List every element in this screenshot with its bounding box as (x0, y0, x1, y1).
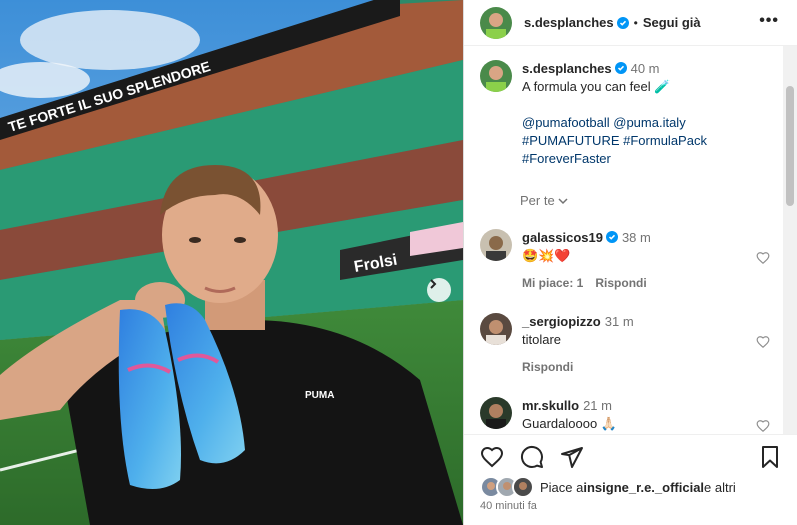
post-timestamp: 40 minuti fa (480, 500, 537, 512)
liker-avatars (480, 476, 534, 498)
comment-avatar[interactable] (480, 397, 512, 429)
following-button[interactable]: Segui già (643, 15, 701, 30)
caption-text: A formula you can feel (522, 79, 651, 94)
user-avatar-icon (480, 313, 512, 345)
header-username[interactable]: s.desplanches (524, 15, 614, 30)
user-avatar-icon (480, 229, 512, 261)
more-options-icon[interactable]: ••• (759, 12, 779, 30)
comment-text: 🤩💥❤️ (522, 248, 571, 263)
scrollbar-thumb[interactable] (786, 86, 794, 206)
post-panel: s.desplanches • Segui già ••• s.desplanc… (463, 0, 797, 525)
comment-item: _sergiopizzo 31 m titolare Rispondi (480, 313, 770, 376)
comment-likes[interactable]: Mi piace: 1 (522, 276, 583, 290)
comment-text: Guardaloooo 🙏🏻 (522, 416, 617, 431)
comment-avatar[interactable] (480, 313, 512, 345)
share-paper-plane-icon[interactable] (560, 445, 584, 469)
test-tube-emoji: 🧪 (654, 79, 671, 94)
comment-avatar[interactable] (480, 229, 512, 261)
likes-suffix: e altri (704, 479, 736, 495)
hashtag-pumafuture[interactable]: #PUMAFUTURE (522, 133, 620, 148)
post-header: s.desplanches • Segui già ••• (464, 0, 797, 46)
verified-badge-icon (614, 62, 627, 74)
like-heart-icon[interactable] (480, 445, 504, 469)
like-comment-heart-icon[interactable] (756, 251, 770, 265)
likes-user[interactable]: insigne_r.e._official (583, 480, 704, 495)
likes-summary[interactable]: Piace a insigne_r.e._official e altri (480, 476, 736, 498)
sort-label: Per te (520, 193, 555, 208)
comment-username[interactable]: galassicos19 (522, 230, 603, 245)
user-avatar-icon (514, 478, 532, 496)
comment-item: mr.skullo 21 m Guardaloooo 🙏🏻 (480, 397, 770, 433)
reply-button[interactable]: Rispondi (595, 276, 646, 290)
user-avatar-icon (480, 397, 512, 429)
action-bar (464, 434, 797, 475)
post-caption: s.desplanches 40 m A formula you can feel… (480, 60, 770, 168)
reply-button[interactable]: Rispondi (522, 360, 573, 374)
separator-dot: • (633, 15, 638, 30)
verified-badge-icon (605, 231, 618, 243)
like-comment-heart-icon[interactable] (756, 335, 770, 349)
caption-mentions[interactable]: @pumafootball @puma.italy (522, 114, 707, 132)
stadium-photo: TE FORTE IL SUO SPLENDORE Frolsi PUMA (0, 0, 463, 525)
avatar (512, 476, 534, 498)
comments-scroll-area[interactable]: s.desplanches 40 m A formula you can feel… (464, 46, 782, 434)
caption-avatar[interactable] (480, 60, 512, 92)
comment-time: 31 m (604, 314, 634, 329)
like-comment-heart-icon[interactable] (756, 419, 770, 433)
comment-time: 21 m (583, 398, 612, 413)
save-bookmark-icon[interactable] (758, 445, 782, 469)
caption-username[interactable]: s.desplanches (522, 61, 612, 76)
comment-time: 38 m (621, 230, 651, 245)
chevron-right-icon (430, 279, 437, 289)
comment-username[interactable]: mr.skullo (522, 398, 579, 413)
verified-badge-icon (616, 16, 629, 29)
caption-time: 40 m (630, 61, 660, 76)
avatar[interactable] (480, 6, 512, 39)
user-avatar-icon (480, 6, 512, 39)
comment-item: galassicos19 38 m 🤩💥❤️ Mi piace: 1 Rispond… (480, 229, 770, 292)
chevron-down-icon (558, 198, 568, 205)
likes-prefix: Piace a (540, 479, 584, 495)
comment-username[interactable]: _sergiopizzo (522, 314, 601, 329)
comment-bubble-icon[interactable] (520, 445, 544, 469)
post-image: TE FORTE IL SUO SPLENDORE Frolsi PUMA (0, 0, 463, 525)
user-avatar-icon (480, 60, 512, 92)
sort-filter[interactable]: Per te (520, 193, 568, 208)
comment-text: titolare (522, 332, 562, 347)
shirt-logo: PUMA (305, 390, 334, 401)
hashtag-foreverfaster[interactable]: #ForeverFaster (522, 150, 707, 168)
next-image-button[interactable] (427, 278, 451, 302)
comments-scrollbar[interactable] (783, 46, 797, 434)
hashtag-formulapack[interactable]: #FormulaPack (623, 133, 707, 148)
